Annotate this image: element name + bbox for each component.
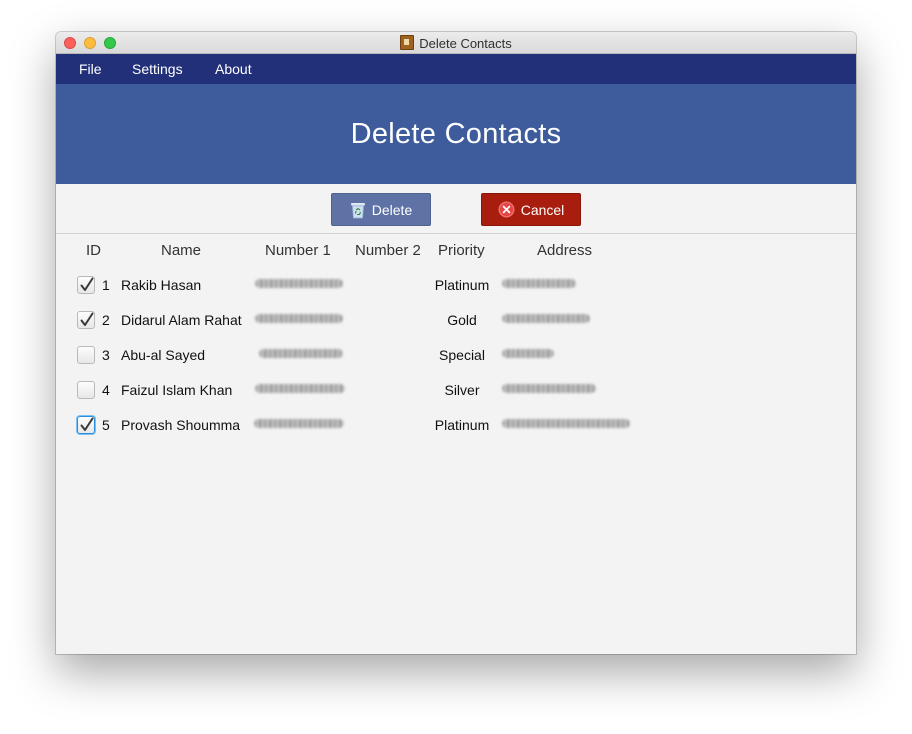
- delete-button[interactable]: Delete: [331, 193, 431, 226]
- row-id: 5: [102, 417, 110, 433]
- close-circle-icon: [498, 201, 515, 218]
- table-row[interactable]: 1 Rakib Hasan Platinum: [56, 268, 856, 303]
- redacted-address: [502, 279, 576, 288]
- menu-settings[interactable]: Settings: [132, 61, 183, 77]
- menu-about[interactable]: About: [215, 61, 252, 77]
- page-header: Delete Contacts: [56, 84, 856, 184]
- row-name: Faizul Islam Khan: [121, 382, 233, 398]
- toolbar: Delete Cancel: [56, 184, 856, 234]
- column-header-number1[interactable]: Number 1: [265, 242, 331, 259]
- redacted-address: [502, 384, 596, 393]
- app-window: Delete Contacts File Settings About Dele…: [56, 32, 856, 654]
- row-id: 1: [102, 277, 110, 293]
- column-header-address[interactable]: Address: [537, 242, 592, 259]
- redacted-number1: [255, 314, 343, 323]
- row-priority: Platinum: [434, 277, 490, 293]
- redacted-address: [502, 349, 554, 358]
- window-title: Delete Contacts: [419, 36, 512, 51]
- table-row[interactable]: 5 Provash Shoumma Platinum: [56, 408, 856, 443]
- row-name: Rakib Hasan: [121, 277, 202, 293]
- row-id: 2: [102, 312, 110, 328]
- column-header-number2[interactable]: Number 2: [355, 242, 421, 259]
- row-checkbox[interactable]: [77, 416, 95, 434]
- row-checkbox[interactable]: [77, 311, 95, 329]
- row-name: Abu-al Sayed: [121, 347, 206, 363]
- row-checkbox[interactable]: [77, 381, 95, 399]
- cancel-button[interactable]: Cancel: [481, 193, 581, 226]
- table-header: ID Name Number 1 Number 2 Priority Addre…: [56, 234, 856, 264]
- recycle-bin-icon: [350, 201, 366, 219]
- row-name: Provash Shoumma: [121, 417, 241, 433]
- redacted-address: [502, 314, 590, 323]
- title-bar: Delete Contacts: [56, 32, 856, 54]
- row-checkbox[interactable]: [77, 346, 95, 364]
- page-title: Delete Contacts: [350, 117, 562, 150]
- row-name: Didarul Alam Rahat: [121, 312, 242, 328]
- app-icon: [400, 35, 415, 50]
- menu-bar: File Settings About: [56, 54, 856, 84]
- menu-file[interactable]: File: [79, 61, 102, 77]
- row-id: 3: [102, 347, 110, 363]
- delete-button-label: Delete: [371, 201, 413, 218]
- row-id: 4: [102, 382, 110, 398]
- row-priority: Silver: [444, 382, 480, 398]
- redacted-number1: [254, 419, 344, 428]
- redacted-number1: [255, 384, 345, 393]
- table-row[interactable]: 4 Faizul Islam Khan Silver: [56, 373, 856, 408]
- row-priority: Gold: [447, 312, 477, 328]
- redacted-number1: [255, 279, 343, 288]
- cancel-button-label: Cancel: [520, 201, 565, 218]
- column-header-name[interactable]: Name: [161, 242, 201, 259]
- column-header-id[interactable]: ID: [86, 242, 101, 259]
- table-row[interactable]: 2 Didarul Alam Rahat Gold: [56, 303, 856, 338]
- table-row[interactable]: 3 Abu-al Sayed Special: [56, 338, 856, 373]
- row-checkbox[interactable]: [77, 276, 95, 294]
- redacted-number1: [259, 349, 343, 358]
- column-header-priority[interactable]: Priority: [438, 242, 485, 259]
- redacted-address: [502, 419, 630, 428]
- row-priority: Special: [439, 347, 485, 363]
- window-title-group: Delete Contacts: [56, 35, 856, 51]
- row-priority: Platinum: [434, 417, 490, 433]
